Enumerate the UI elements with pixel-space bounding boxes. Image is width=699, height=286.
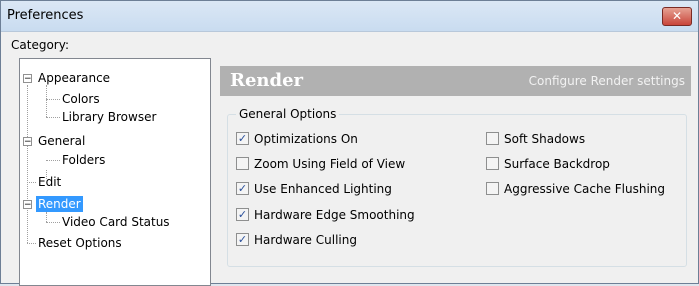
checkmark-icon[interactable]: ✓ (236, 208, 249, 221)
tree-item-library-browser[interactable]: Library Browser (60, 109, 158, 125)
tree-item-colors[interactable]: Colors (60, 91, 102, 107)
tree-line (46, 160, 60, 161)
window-title: Preferences (7, 8, 84, 23)
checkbox-box[interactable] (236, 157, 249, 170)
title-bar[interactable]: Preferences ✕ (1, 1, 698, 32)
tree-line (46, 212, 47, 222)
appearance-collapse-icon[interactable]: − (23, 74, 32, 84)
close-icon: ✕ (671, 9, 683, 23)
checkbox-box[interactable] (486, 182, 499, 195)
tree-item-render[interactable]: Render (36, 196, 83, 212)
tree-line (46, 222, 60, 223)
general-options-group: General Options ✓ Optimizations On Zoom U… (227, 107, 687, 267)
category-tree[interactable]: − Appearance Colors Library Browser − Ge… (19, 58, 211, 286)
page-description: Configure Render settings (528, 74, 685, 88)
checkmark-icon[interactable]: ✓ (236, 132, 249, 145)
page-title: Render (230, 70, 304, 91)
checkmark-icon[interactable]: ✓ (236, 233, 249, 246)
tree-line (27, 243, 36, 244)
page-header: Render Configure Render settings (220, 66, 691, 96)
tree-item-general[interactable]: General (36, 133, 87, 149)
checkbox-box[interactable] (486, 157, 499, 170)
tree-item-video-card-status[interactable]: Video Card Status (60, 214, 172, 230)
tree-item-edit[interactable]: Edit (36, 174, 63, 190)
tree-line (27, 85, 28, 243)
tree-item-reset-options[interactable]: Reset Options (36, 235, 124, 251)
tree-line (27, 182, 36, 183)
tree-line (46, 99, 60, 100)
category-label: Category: (11, 38, 69, 52)
preferences-window: Preferences ✕ Category: − Appearance Col… (0, 0, 699, 286)
tree-line (46, 85, 47, 117)
group-label: General Options (236, 107, 340, 121)
general-collapse-icon[interactable]: − (23, 137, 32, 147)
tree-item-folders[interactable]: Folders (60, 152, 107, 168)
tree-line (46, 117, 60, 118)
close-button[interactable]: ✕ (662, 7, 692, 26)
render-collapse-icon[interactable]: − (23, 200, 32, 210)
tree-item-appearance[interactable]: Appearance (36, 70, 112, 86)
checkbox-box[interactable] (486, 132, 499, 145)
checkmark-icon[interactable]: ✓ (236, 182, 249, 195)
